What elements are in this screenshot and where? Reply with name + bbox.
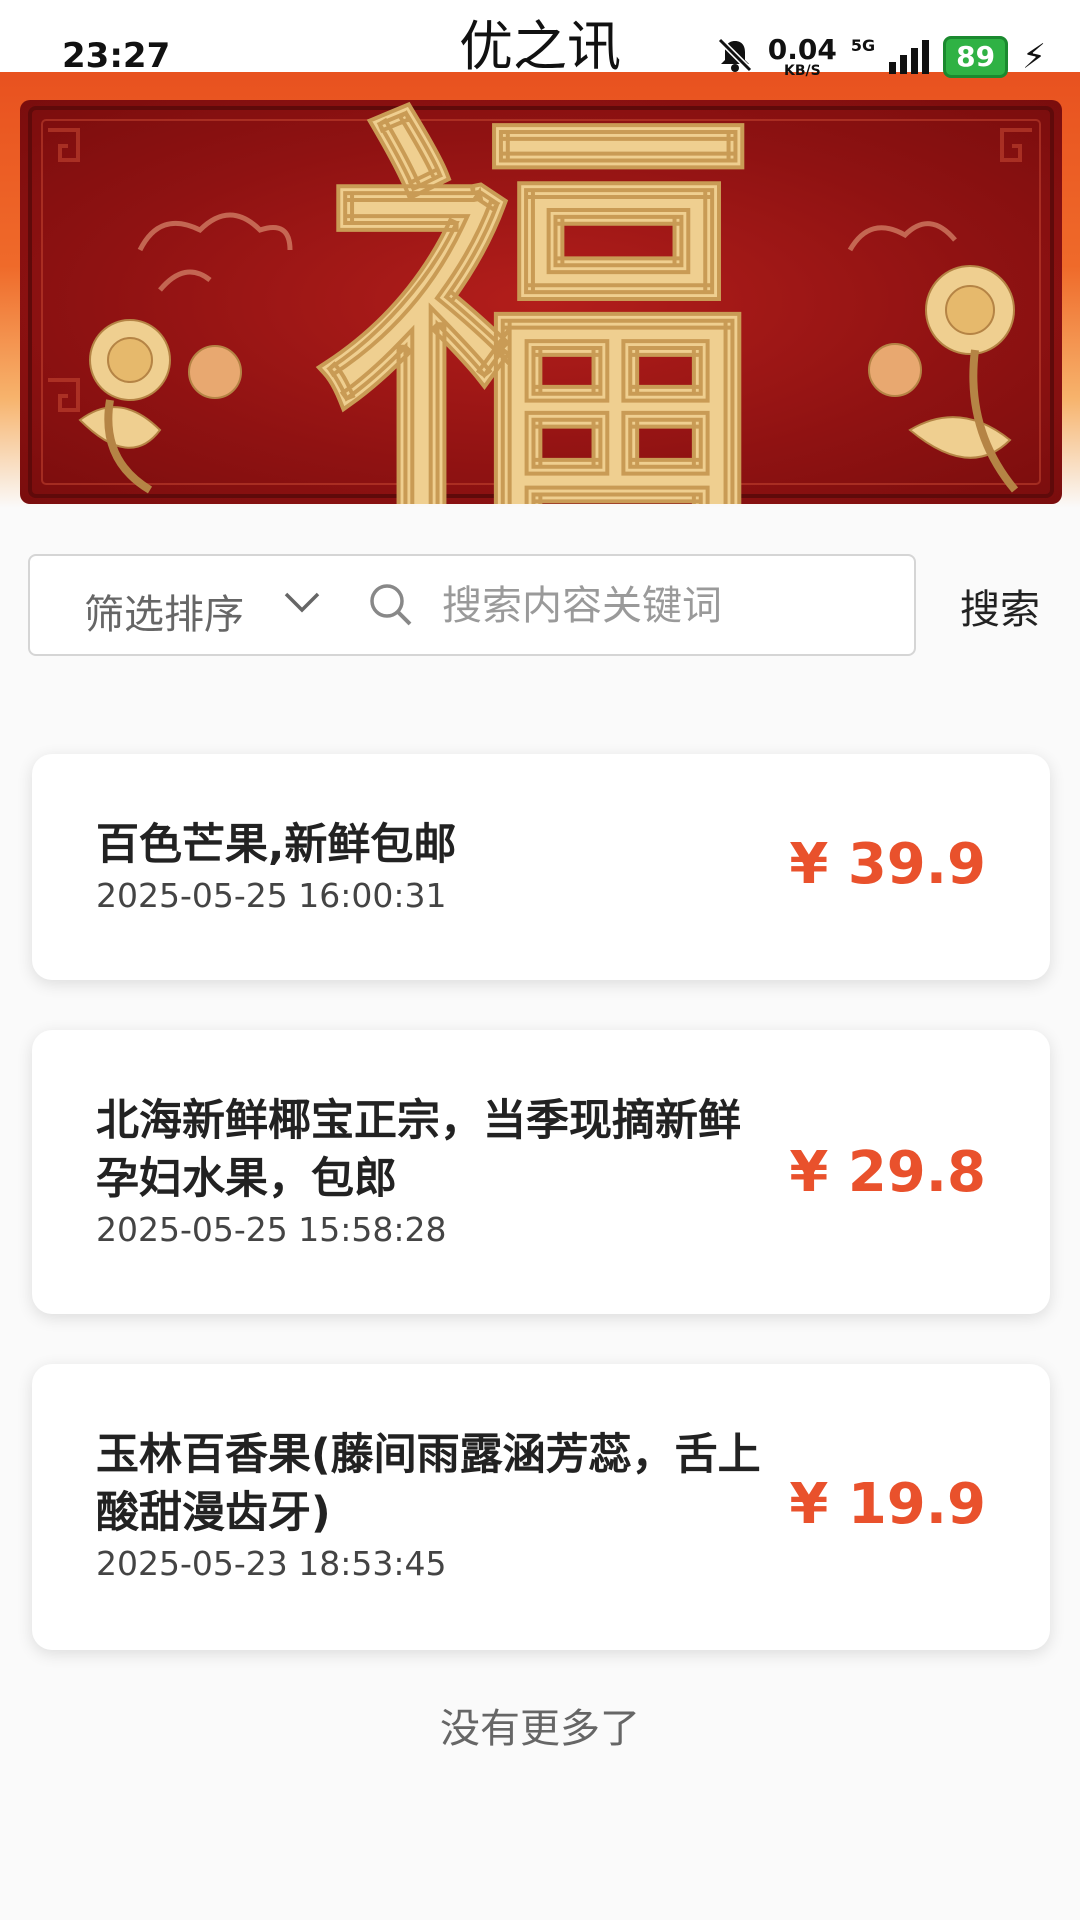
search-button[interactable]: 搜索 <box>940 576 1060 636</box>
listing-title: 玉林百香果(藤间雨露涵芳蕊，舌上酸甜漫齿牙) <box>96 1430 761 1538</box>
search-bar: 筛选排序 <box>28 554 916 656</box>
chevron-down-icon[interactable] <box>282 582 322 626</box>
banner-fu-character: 福 <box>314 100 761 504</box>
listing-title: 百色芒果,新鲜包邮 <box>96 820 457 870</box>
listing-price: ¥ 19.9 <box>789 1472 986 1537</box>
listing-title: 北海新鲜椰宝正宗，当季现摘新鲜孕妇水果，包郎 <box>96 1096 741 1204</box>
listing-time: 2025-05-25 16:00:31 <box>96 876 447 915</box>
no-more-label: 没有更多了 <box>440 1706 640 1752</box>
banner-artwork: 福 <box>28 100 1054 504</box>
search-input[interactable] <box>440 572 884 640</box>
sort-filter-dropdown[interactable]: 筛选排序 <box>84 582 244 640</box>
listing-time: 2025-05-23 18:53:45 <box>96 1544 447 1583</box>
listing-price: ¥ 29.8 <box>789 1140 986 1205</box>
listing-time: 2025-05-25 15:58:28 <box>96 1210 447 1249</box>
listing-card[interactable]: 百色芒果,新鲜包邮 2025-05-25 16:00:31 ¥ 39.9 <box>32 754 1050 980</box>
search-icon <box>368 582 414 632</box>
listing-price: ¥ 39.9 <box>789 832 986 897</box>
listing-card[interactable]: 北海新鲜椰宝正宗，当季现摘新鲜孕妇水果，包郎 2025-05-25 15:58:… <box>32 1030 1050 1314</box>
app-title: 优之讯 <box>459 15 621 78</box>
listing-card[interactable]: 玉林百香果(藤间雨露涵芳蕊，舌上酸甜漫齿牙) 2025-05-23 18:53:… <box>32 1364 1050 1650</box>
banner-image[interactable]: 福 <box>20 100 1062 504</box>
